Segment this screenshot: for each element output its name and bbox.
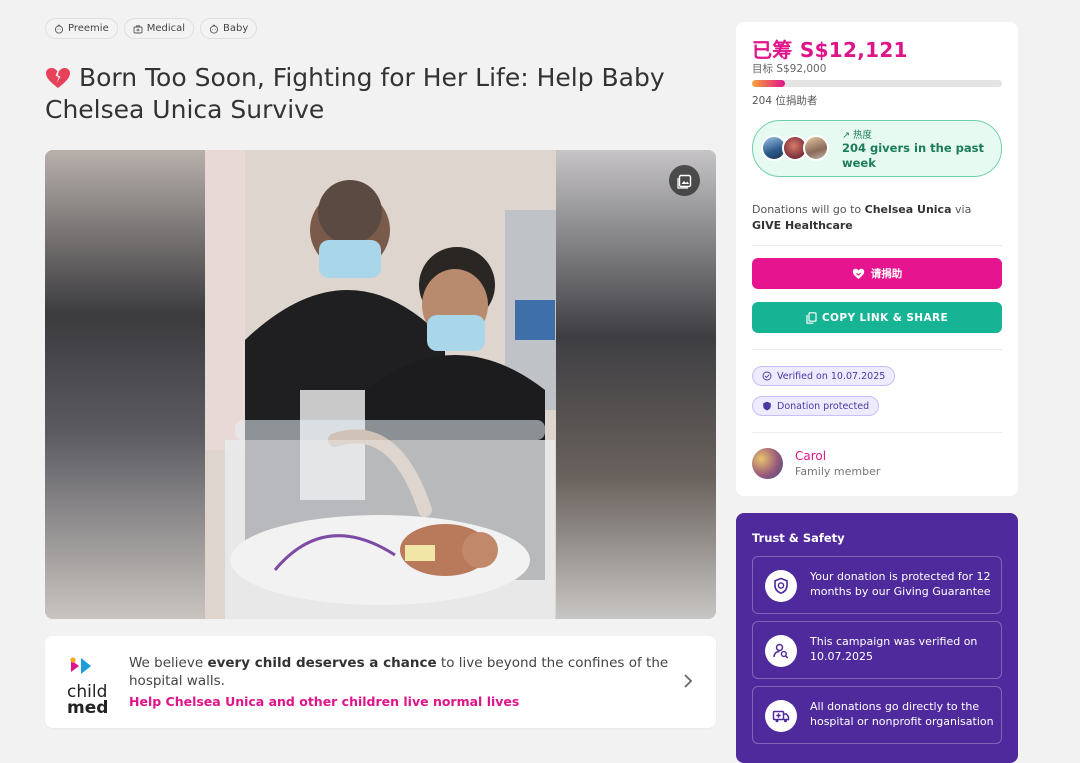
childmed-logo-mark [70,657,91,674]
divider [752,245,1002,246]
tag-preemie[interactable]: Preemie [45,18,118,39]
org-text-pre: We believe [129,655,208,671]
medical-bag-icon [133,24,143,33]
trust-item-guarantee: Your donation is protected for 12 months… [752,556,1002,614]
ambulance-graphic [772,710,790,723]
broken-heart-icon [46,68,70,88]
divider [752,432,1002,433]
tag-label: Baby [223,23,249,34]
tag-label: Preemie [68,23,109,34]
ambulance-icon [765,700,797,732]
page-title: Born Too Soon, Fighting for Her Life: He… [45,62,685,126]
progress-bar [752,80,1002,87]
shield-icon [763,401,771,411]
tag-label: Medical [146,23,186,34]
campaign-photo[interactable] [45,150,716,619]
trend-label-text: 热度 [852,130,872,141]
user-search-icon [765,635,797,667]
org-description: We believe every child deserves a chance… [129,654,674,690]
organiser-role: Family member [795,464,881,478]
goal-amount: 目标 S$92,000 [752,63,827,75]
copy-icon [806,311,817,324]
goto-org: GIVE Healthcare [752,219,853,232]
trend-text: 204 givers in the past week [842,141,984,170]
gallery-button[interactable] [669,165,700,196]
check-circle-icon [762,371,772,381]
copy-link-share-button[interactable]: COPY LINK & SHARE [752,302,1002,333]
trending-badge: ↗ 热度 204 givers in the past week [752,120,1002,177]
tag-baby[interactable]: Baby [200,18,258,39]
category-tags: Preemie Medical Baby [45,18,258,39]
verified-badge: Verified on 10.07.2025 [752,366,896,386]
organiser-name[interactable]: Carol [795,449,880,464]
user-search-graphic [773,643,789,659]
family-photo [205,150,556,619]
org-link[interactable]: Help Chelsea Unica and other children li… [129,694,519,709]
trust-item-text: All donations go directly to the hospita… [810,700,994,728]
protected-label: Donation protected [777,400,870,412]
trending-up-icon: ↗ [842,130,853,141]
photo-blur-right [556,150,716,619]
image-gallery-icon [676,174,691,189]
goto-mid: via [951,203,972,216]
baby-face-icon [54,24,64,34]
donate-label: 请捐助 [870,268,903,280]
trust-title: Trust & Safety [752,531,845,545]
childmed-logo: child med [67,656,117,717]
amount-raised: 已筹 S$12,121 [752,38,908,62]
trust-safety-panel: Trust & Safety Your donation is protecte… [736,513,1018,763]
protected-badge: Donation protected [752,396,880,416]
beneficiary-org-card[interactable]: child med We believe every child deserve… [45,636,716,728]
progress-bar-fill [752,80,785,87]
shield-check-graphic [774,577,788,595]
trust-item-text: Your donation is protected for 12 months… [810,570,991,598]
donor-count: 204 位捐助者 [752,95,818,107]
tag-medical[interactable]: Medical [123,18,195,39]
organiser-avatar [752,448,783,479]
organiser[interactable]: Carol Family member [752,448,880,479]
trust-item-verified: This campaign was verified on 10.07.2025 [752,621,1002,679]
shield-icon [765,570,797,602]
donation-destination: Donations will go to Chelsea Unica via G… [752,202,1002,234]
trust-item-direct: All donations go directly to the hospita… [752,686,1002,744]
trust-item-text: This campaign was verified on 10.07.2025 [810,635,978,663]
goto-recipient: Chelsea Unica [864,203,952,216]
title-text: Born Too Soon, Fighting for Her Life: He… [45,63,665,124]
organiser-info: Carol Family member [795,449,880,479]
logo-text-med: med [67,698,109,718]
photo-blur-left [45,150,205,619]
giver-avatars [761,135,829,161]
goto-pre: Donations will go to [752,203,865,216]
baby-face-icon [209,24,219,34]
org-text-bold: every child deserves a chance [207,655,437,671]
chevron-right-icon[interactable] [682,673,694,689]
photo-illustration [205,150,556,619]
share-label: COPY LINK & SHARE [821,311,949,324]
giver-avatar [803,135,829,161]
verified-label: Verified on 10.07.2025 [777,370,886,382]
trend-label: ↗ 热度 [842,127,872,141]
heart-hand-icon [852,268,864,279]
donate-button[interactable]: 请捐助 [752,258,1002,289]
donation-panel: 已筹 S$12,121 目标 S$92,000 204 位捐助者 ↗ 热度 20… [736,22,1018,496]
divider [752,349,1002,350]
